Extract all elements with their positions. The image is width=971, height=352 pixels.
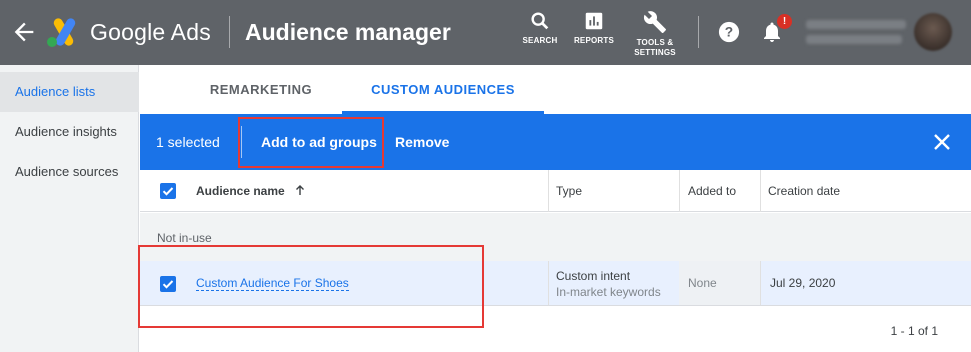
column-header-creation-date[interactable]: Creation date [768,170,840,212]
wrench-icon [643,11,666,33]
top-app-bar: Google Ads Audience manager SEARCH REPOR… [0,0,971,65]
select-all-checkbox[interactable] [160,183,176,199]
column-header-audience-name[interactable]: Audience name [196,170,306,212]
sidebar: Audience lists Audience insights Audienc… [0,65,139,352]
back-arrow-icon[interactable] [10,18,38,46]
brand-name: Google Ads [90,19,211,45]
group-row-not-in-use: Not in-use [140,213,971,261]
tools-label-line1: TOOLS & [636,38,674,47]
selected-count: 1 selected [156,134,220,150]
pagination-range: 1 - 1 of 1 [890,324,938,338]
search-label: SEARCH [522,36,558,45]
avatar[interactable] [914,13,952,51]
table-header: Audience name Type Added to Creation dat… [140,170,971,212]
column-divider [760,170,761,212]
page-title: Audience manager [245,19,451,45]
notification-badge: ! [777,14,792,29]
audience-subtype: In-market keywords [556,285,661,299]
search-icon [531,12,549,30]
close-icon[interactable] [933,133,951,151]
tools-label-line2: SETTINGS [634,48,676,57]
column-name-label: Audience name [196,184,285,198]
search-button[interactable]: SEARCH [520,10,560,46]
svg-text:?: ? [725,25,733,40]
selection-action-bar: 1 selected Add to ad groups Remove [140,114,971,170]
header-divider [229,16,230,48]
tab-remarketing[interactable]: REMARKETING [189,65,333,114]
pagination: 1 - 1 of 1 [140,306,971,352]
add-to-ad-groups-button[interactable]: Add to ad groups [261,114,377,170]
sidebar-item-audience-insights[interactable]: Audience insights [0,112,139,152]
column-divider [548,261,549,305]
column-header-type[interactable]: Type [556,170,582,212]
audience-name-link[interactable]: Custom Audience For Shoes [196,276,349,291]
column-divider [760,261,761,305]
remove-button[interactable]: Remove [395,114,449,170]
account-info[interactable] [800,15,910,49]
check-icon [162,187,174,196]
column-header-added-to[interactable]: Added to [688,170,736,212]
tab-custom-audiences[interactable]: CUSTOM AUDIENCES [342,65,544,114]
sidebar-item-audience-sources[interactable]: Audience sources [0,152,139,192]
creation-date-cell: Jul 29, 2020 [770,276,836,290]
table-row[interactable]: Custom Audience For Shoes Custom intent … [140,261,971,306]
google-ads-logo-icon [47,18,76,47]
column-divider [548,170,549,212]
column-divider [679,170,680,212]
group-label: Not in-use [157,231,212,245]
tools-settings-button[interactable]: TOOLS & SETTINGS [632,10,678,58]
tools-label: TOOLS & SETTINGS [632,38,678,58]
reports-icon [585,12,603,30]
tab-bar: REMARKETING CUSTOM AUDIENCES [140,65,971,114]
reports-button[interactable]: REPORTS [573,10,615,46]
audience-type: Custom intent [556,269,631,283]
selection-divider [241,126,242,158]
row-checkbox[interactable] [160,276,176,292]
check-icon [162,280,174,289]
added-to-cell: None [679,261,760,305]
help-icon[interactable]: ? [718,21,740,43]
reports-label: REPORTS [573,36,615,45]
sort-ascending-icon[interactable] [294,184,306,196]
sidebar-item-audience-lists[interactable]: Audience lists [0,72,139,112]
header-divider-right [698,16,699,48]
